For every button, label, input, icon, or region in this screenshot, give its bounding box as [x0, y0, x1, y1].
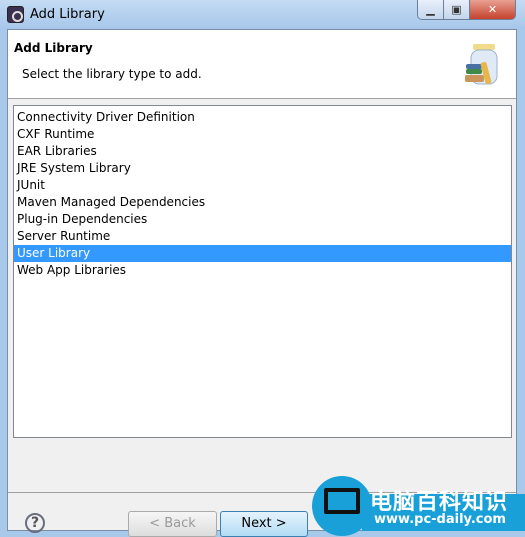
back-button[interactable]: < Back: [128, 511, 217, 537]
watermark-url: www.pc-daily.com: [374, 512, 506, 527]
watermark-logo: 电脑百科知识 www.pc-daily.com: [312, 476, 525, 536]
eclipse-gear-icon: [7, 6, 24, 23]
wizard-header: Add Library Select the library type to a…: [8, 30, 516, 99]
help-icon[interactable]: ?: [25, 513, 45, 533]
list-item[interactable]: EAR Libraries: [14, 143, 511, 160]
library-type-list[interactable]: Connectivity Driver Definition CXF Runti…: [13, 105, 512, 438]
window-controls: ▁ ▣ ✕: [417, 0, 516, 20]
list-item[interactable]: Server Runtime: [14, 228, 511, 245]
title-bar: Add Library ▁ ▣ ✕: [0, 0, 525, 30]
next-button[interactable]: Next >: [220, 511, 308, 537]
list-item[interactable]: CXF Runtime: [14, 126, 511, 143]
close-button[interactable]: ✕: [470, 0, 515, 19]
page-description: Select the library type to add.: [22, 67, 202, 81]
minimize-button[interactable]: ▁: [418, 0, 444, 19]
list-item[interactable]: JUnit: [14, 177, 511, 194]
dialog-body: Add Library Select the library type to a…: [7, 29, 517, 537]
monitor-icon: [324, 488, 360, 514]
maximize-button[interactable]: ▣: [444, 0, 470, 19]
page-title: Add Library: [14, 41, 93, 55]
list-item[interactable]: JRE System Library: [14, 160, 511, 177]
list-item[interactable]: Web App Libraries: [14, 262, 511, 279]
list-item[interactable]: Plug-in Dependencies: [14, 211, 511, 228]
window-title: Add Library: [30, 7, 105, 22]
list-item[interactable]: Connectivity Driver Definition: [14, 109, 511, 126]
library-jar-icon: [465, 44, 498, 85]
list-item[interactable]: Maven Managed Dependencies: [14, 194, 511, 211]
list-item-selected[interactable]: User Library: [14, 245, 511, 262]
